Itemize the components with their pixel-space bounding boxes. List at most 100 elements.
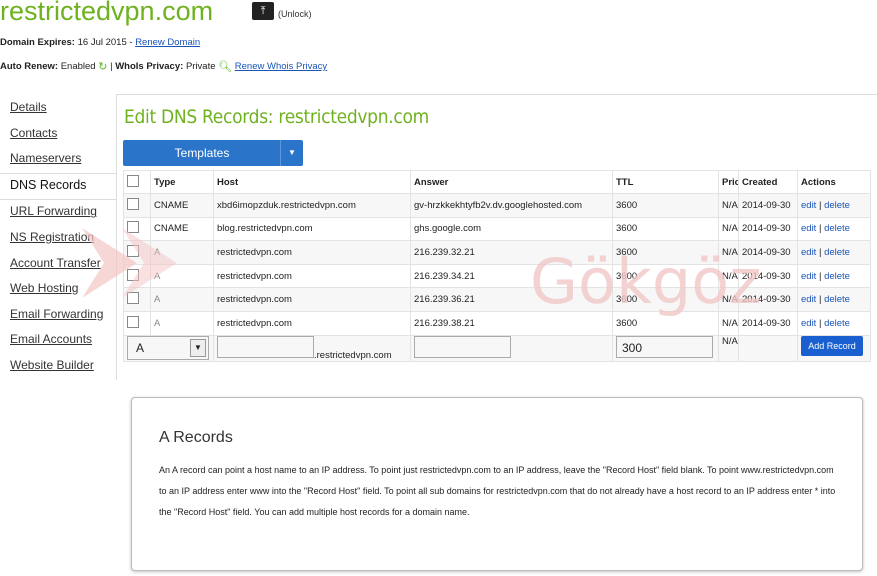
dns-records-table: Type Host Answer TTL Prio Created Action… xyxy=(123,170,871,362)
cell-host: restrictedvpn.com xyxy=(213,240,411,265)
edit-link[interactable]: edit xyxy=(801,318,816,329)
column-header-created: Created xyxy=(738,170,798,194)
cell-actions: edit | delete xyxy=(797,263,871,289)
column-header-type: Type xyxy=(150,170,214,194)
record-ttl-input[interactable]: 300 xyxy=(616,336,713,358)
cell-host: blog.restrictedvpn.com xyxy=(213,216,411,242)
cell-ttl: 3600 xyxy=(612,287,719,312)
cell-answer: 216.239.34.21 xyxy=(410,263,613,289)
whois-value: Private xyxy=(185,61,216,73)
sidebar-item-details[interactable]: Details xyxy=(0,96,116,122)
cell-host: restrictedvpn.com xyxy=(213,310,411,336)
delete-link[interactable]: delete xyxy=(824,271,850,282)
cell-actions: edit | delete xyxy=(797,240,871,265)
delete-link[interactable]: delete xyxy=(824,200,850,211)
add-record-button[interactable]: Add Record xyxy=(801,336,863,356)
cell-type: A xyxy=(150,263,214,289)
renew-domain-link[interactable]: Renew Domain xyxy=(135,37,200,48)
record-answer-input[interactable] xyxy=(414,336,511,358)
sidebar-item-email-forwarding[interactable]: Email Forwarding xyxy=(0,303,116,329)
new-record-prio: N/A xyxy=(718,334,739,362)
page-title: Edit DNS Records: restrictedvpn.com xyxy=(124,106,430,128)
new-record-row: A ▼ .restrictedvpn.com 300 N/A Add Recor… xyxy=(123,334,871,362)
lock-button[interactable]: ⤒ xyxy=(252,2,274,20)
cell-answer: 216.239.38.21 xyxy=(410,310,613,336)
cell-prio: N/A xyxy=(718,193,739,218)
delete-link[interactable]: delete xyxy=(824,223,850,234)
unlock-label[interactable]: (Unlock) xyxy=(278,9,312,19)
cell-type: A xyxy=(150,287,214,312)
record-type-value: A xyxy=(136,340,145,355)
delete-link[interactable]: delete xyxy=(824,318,850,329)
record-type-select[interactable]: A ▼ xyxy=(127,336,209,360)
separator: | xyxy=(818,270,822,282)
row-checkbox[interactable] xyxy=(127,315,139,328)
cell-answer: ghs.google.com xyxy=(410,216,613,242)
column-header-answer: Answer xyxy=(410,170,613,194)
row-checkbox[interactable] xyxy=(127,197,139,210)
select-all-checkbox[interactable] xyxy=(127,174,139,187)
cell-created: 2014-09-30 xyxy=(738,263,798,289)
auto-renew-value: Enabled xyxy=(60,61,96,73)
search-icon: 🔍︎ xyxy=(218,61,233,73)
cell-actions: edit | delete xyxy=(797,310,871,336)
select-all-cell[interactable] xyxy=(123,170,151,194)
renew-line: Auto Renew: Enabled ↻ | WhoIs Privacy: P… xyxy=(0,60,328,73)
table-row: CNAME xbd6imopzduk.restrictedvpn.com gv-… xyxy=(123,193,871,218)
cell-answer: 216.239.32.21 xyxy=(410,240,613,265)
table-row: A restrictedvpn.com 216.239.38.21 3600 N… xyxy=(123,310,871,336)
delete-link[interactable]: delete xyxy=(824,247,850,258)
auto-renew-label: Auto Renew: xyxy=(0,61,59,73)
edit-link[interactable]: edit xyxy=(801,294,816,305)
edit-link[interactable]: edit xyxy=(801,200,816,211)
cell-answer: gv-hrzkkekhtyfb2v.dv.googlehosted.com xyxy=(410,193,613,218)
edit-link[interactable]: edit xyxy=(801,223,816,234)
sidebar-item-website-builder[interactable]: Website Builder xyxy=(0,354,116,380)
templates-label: Templates xyxy=(174,146,230,160)
separator: | xyxy=(818,223,822,235)
separator: | xyxy=(818,199,822,211)
table-row: A restrictedvpn.com 216.239.34.21 3600 N… xyxy=(123,263,871,289)
separator: | xyxy=(818,317,822,329)
cell-host: xbd6imopzduk.restrictedvpn.com xyxy=(213,193,411,218)
edit-link[interactable]: edit xyxy=(801,271,816,282)
separator: | xyxy=(818,246,822,258)
renew-whois-link[interactable]: Renew Whois Privacy xyxy=(235,61,327,72)
expires-value: 16 Jul 2015 xyxy=(77,37,127,48)
sidebar-item-account-transfer[interactable]: Account Transfer xyxy=(0,252,116,278)
sidebar-item-contacts[interactable]: Contacts xyxy=(0,122,116,148)
sidebar-item-dns-records[interactable]: DNS Records xyxy=(0,172,116,201)
cell-created: 2014-09-30 xyxy=(738,310,798,336)
delete-link[interactable]: delete xyxy=(824,294,850,305)
sidebar-item-web-hosting[interactable]: Web Hosting xyxy=(0,277,116,303)
cell-created: 2014-09-30 xyxy=(738,193,798,218)
cell-type: CNAME xyxy=(150,216,214,242)
cell-created: 2014-09-30 xyxy=(738,216,798,242)
cell-ttl: 3600 xyxy=(612,263,719,289)
cell-answer: 216.239.36.21 xyxy=(410,287,613,312)
cell-prio: N/A xyxy=(718,240,739,265)
caret-down-icon[interactable]: ▼ xyxy=(280,140,303,166)
sidebar-item-ns-registration[interactable]: NS Registration xyxy=(0,226,116,252)
row-checkbox[interactable] xyxy=(127,268,139,281)
templates-button[interactable]: Templates ▼ xyxy=(123,140,303,166)
sidebar-item-email-accounts[interactable]: Email Accounts xyxy=(0,328,116,354)
record-host-input[interactable] xyxy=(217,336,314,358)
cell-actions: edit | delete xyxy=(797,216,871,242)
sidebar-item-url-forwarding[interactable]: URL Forwarding xyxy=(0,200,116,226)
cell-actions: edit | delete xyxy=(797,193,871,218)
row-checkbox[interactable] xyxy=(127,244,139,257)
row-checkbox[interactable] xyxy=(127,221,139,234)
separator: | xyxy=(818,294,822,306)
column-header-prio: Prio xyxy=(718,170,739,194)
cell-created: 2014-09-30 xyxy=(738,287,798,312)
cell-prio: N/A xyxy=(718,287,739,312)
info-title: A Records xyxy=(159,429,233,446)
chevron-down-icon[interactable]: ▼ xyxy=(190,338,206,357)
edit-link[interactable]: edit xyxy=(801,247,816,258)
refresh-icon[interactable]: ↻ xyxy=(98,60,107,73)
sidebar-item-nameservers[interactable]: Nameservers xyxy=(0,147,116,173)
cell-created: 2014-09-30 xyxy=(738,240,798,265)
table-row: A restrictedvpn.com 216.239.32.21 3600 N… xyxy=(123,240,871,265)
row-checkbox[interactable] xyxy=(127,292,139,305)
